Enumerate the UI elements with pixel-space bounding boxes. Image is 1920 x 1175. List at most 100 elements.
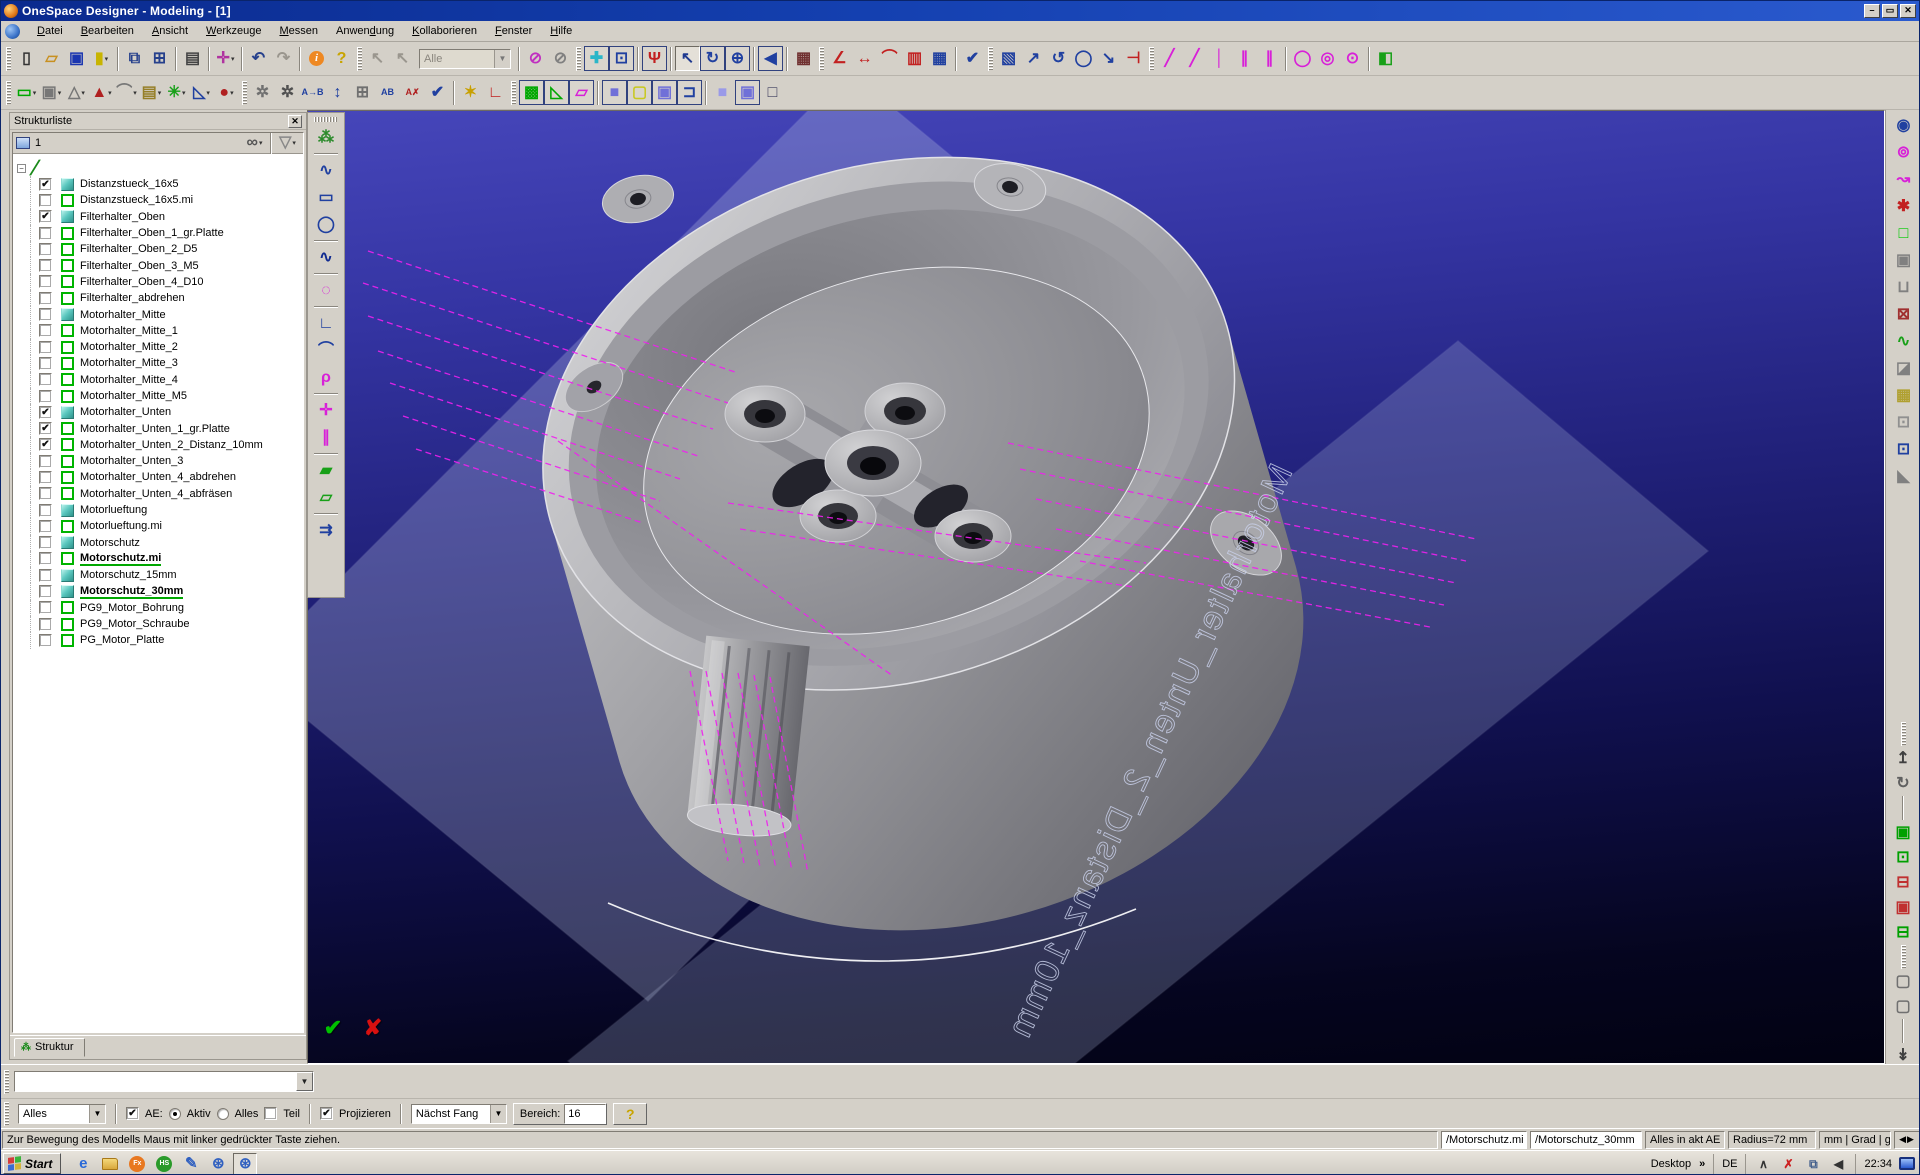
visibility-checkbox[interactable]	[39, 438, 52, 452]
dropdown-arrow-icon[interactable]: ▾	[231, 55, 235, 63]
revolve-icon[interactable]: ↻	[1891, 771, 1916, 796]
dropdown-arrow-icon[interactable]: ▾	[182, 89, 186, 97]
visibility-checkbox[interactable]	[39, 487, 52, 501]
wireframe-icon[interactable]: □	[760, 80, 785, 105]
chamfer-icon[interactable]: ✲	[275, 80, 300, 105]
circle-icon[interactable]: ◯	[312, 211, 340, 238]
menu-hilfe[interactable]: Hilfe	[541, 22, 581, 40]
sweep-icon[interactable]: ◣	[1890, 463, 1918, 490]
visibility-checkbox[interactable]	[39, 324, 52, 338]
select-cursor-icon[interactable]: ↖	[365, 46, 390, 71]
dropdown-arrow-icon[interactable]: ▾	[292, 139, 296, 147]
menu-werkzeuge[interactable]: Werkzeuge	[197, 22, 270, 40]
dropdown-arrow-icon[interactable]: ▾	[108, 89, 112, 97]
part-a-b-icon[interactable]: AB	[375, 80, 400, 105]
rotate-part-icon[interactable]: ◯	[1071, 46, 1096, 71]
ie-icon[interactable]: e	[71, 1153, 95, 1175]
circle-radius-icon[interactable]: ◯	[1290, 46, 1315, 71]
confirm-icon[interactable]: ✔	[318, 1015, 348, 1041]
visibility-checkbox[interactable]	[39, 193, 52, 207]
check-geometry-icon[interactable]: ✔	[425, 80, 450, 105]
dropdown-arrow-icon[interactable]: ▾	[206, 89, 210, 97]
toolbar-chevron-icon[interactable]: »	[1699, 1158, 1705, 1170]
curve-tool-icon[interactable]: ↝	[1890, 166, 1918, 193]
color-tool-icon[interactable]: ✛ ▾	[213, 46, 238, 71]
panel-title-bar[interactable]: Strukturliste ✕	[10, 113, 306, 130]
menu-bearbeiten[interactable]: Bearbeiten	[72, 22, 143, 40]
hs-icon[interactable]: HS	[152, 1153, 176, 1175]
dropdown-arrow-icon[interactable]: ▾	[158, 89, 162, 97]
axes-3d-icon[interactable]: ✶	[458, 80, 483, 105]
dashed-arrows-icon[interactable]: ⇉	[312, 517, 340, 544]
print-icon[interactable]: ▤	[180, 46, 205, 71]
trim-icon[interactable]: ⊣	[1121, 46, 1146, 71]
circle-points-icon[interactable]: ◎	[1315, 46, 1340, 71]
tree-item[interactable]: Motorschutz.mi	[17, 550, 303, 568]
uln-view-icon[interactable]: ⊐	[677, 80, 702, 105]
visibility-checkbox[interactable]	[39, 422, 52, 436]
undo-icon[interactable]: ↶	[246, 46, 271, 71]
view-workplane-icon[interactable]: ◺	[544, 80, 569, 105]
visibility-checkbox[interactable]	[39, 389, 52, 403]
info-icon[interactable]: i	[304, 46, 329, 71]
command-combobox[interactable]: ▼	[14, 1071, 314, 1092]
scale-part-icon[interactable]: ↘	[1096, 46, 1121, 71]
axes-workplane-icon[interactable]: ∟	[483, 80, 508, 105]
visibility-checkbox[interactable]	[39, 177, 52, 191]
calculator-icon[interactable]: ▦	[927, 46, 952, 71]
tab-struktur[interactable]: ⁂ Struktur	[14, 1038, 85, 1057]
open-box-icon[interactable]: ⊡	[1891, 845, 1916, 870]
box-pull-icon[interactable]: ⊠	[1890, 301, 1918, 328]
point-icon[interactable]: ● ▾	[214, 80, 239, 105]
shaded-view-icon[interactable]: ■	[602, 80, 627, 105]
visibility-checkbox[interactable]	[39, 470, 52, 484]
teil-checkbox[interactable]	[264, 1107, 278, 1120]
mill-icon[interactable]: ▲ ▾	[89, 80, 114, 105]
tray-expand-icon[interactable]: ∧	[1754, 1155, 1772, 1173]
structure-browser-icon[interactable]: ⁂	[312, 124, 340, 151]
tree-item[interactable]: Filterhalter_Oben	[17, 208, 303, 226]
dimension-ruler-icon[interactable]: ▥	[902, 46, 927, 71]
extrude-icon[interactable]: ▣ ▾	[39, 80, 64, 105]
visibility-checkbox[interactable]	[39, 519, 52, 533]
designer-icon[interactable]: ⊛	[206, 1153, 230, 1175]
cylinder-tool-icon[interactable]: ⊔	[1890, 274, 1918, 301]
tree-item[interactable]: Filterhalter_Oben_3_M5	[17, 257, 303, 275]
tree-item[interactable]: Motorhalter_Mitte_M5	[17, 387, 303, 405]
aktiv-radio[interactable]	[168, 1107, 181, 1120]
tree-item[interactable]: PG9_Motor_Schraube	[17, 616, 303, 633]
find-icon[interactable]: ∞ ▾	[242, 133, 267, 156]
box-solid-icon[interactable]: ▢	[1891, 969, 1916, 994]
align-icon[interactable]: ↕	[325, 80, 350, 105]
projizieren-checkbox[interactable]	[319, 1107, 333, 1120]
view-sketch-icon[interactable]: ▩	[519, 80, 544, 105]
prism-icon[interactable]: ◧	[1373, 46, 1398, 71]
dimension-arc-icon[interactable]: ⌒	[877, 46, 902, 71]
shaded-edges-view-icon[interactable]: ▢	[627, 80, 652, 105]
visibility-checkbox[interactable]	[39, 226, 52, 240]
turn-icon[interactable]: △ ▾	[64, 80, 89, 105]
circle-mode-icon[interactable]: ⊚	[1890, 139, 1918, 166]
close-button[interactable]: ✕	[1900, 4, 1916, 18]
dropdown-arrow-icon[interactable]: ▾	[230, 89, 234, 97]
tree-item[interactable]: Motorhalter_Unten_3	[17, 453, 303, 470]
desktop-toolbar-label[interactable]: Desktop	[1651, 1158, 1691, 1170]
zoom-frame-icon[interactable]: ⊡	[1890, 409, 1918, 436]
dropdown-arrow-icon[interactable]: ▾	[81, 89, 85, 97]
chevron-down-icon[interactable]: ▼	[296, 1072, 313, 1091]
box-chamfer-icon[interactable]: ▢	[1891, 994, 1916, 1019]
context-help-button[interactable]: ?	[613, 1102, 648, 1125]
folder-icon[interactable]: ▭	[98, 1153, 122, 1175]
ae-checkbox[interactable]	[126, 1107, 139, 1120]
surface-mesh-icon[interactable]: ▦	[1890, 382, 1918, 409]
menu-fenster[interactable]: Fenster	[486, 22, 541, 40]
visibility-checkbox[interactable]	[39, 552, 52, 566]
tree-item[interactable]: Motorhalter_Unten_1_gr.Platte	[17, 420, 303, 438]
tree-item[interactable]: Filterhalter_abdrehen	[17, 290, 303, 307]
sheet-icon[interactable]: ◺ ▾	[189, 80, 214, 105]
view-camera-icon[interactable]: ◉	[1890, 112, 1918, 139]
visibility-checkbox[interactable]	[39, 536, 52, 550]
volume-icon[interactable]: ◀	[1829, 1155, 1847, 1173]
delete-sketch-icon[interactable]: ⊘	[523, 46, 548, 71]
boolean-icon[interactable]: ⊞	[350, 80, 375, 105]
